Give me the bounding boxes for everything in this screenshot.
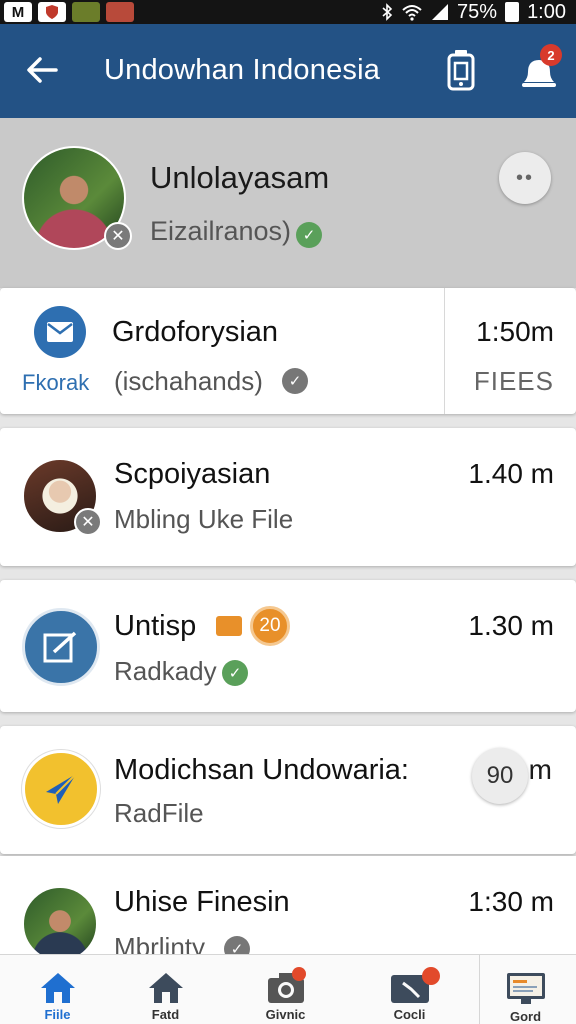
list-item[interactable]: Fkorak Grdoforysian (ischahands) ✓ 1:50m…	[0, 288, 576, 414]
shield-notification-icon	[38, 2, 66, 22]
send-icon	[22, 750, 100, 828]
bluetooth-icon	[382, 3, 393, 21]
remove-badge-icon[interactable]: ✕	[74, 508, 102, 536]
nav-label: Fatd	[151, 1007, 180, 1022]
phone-icon[interactable]	[446, 49, 476, 91]
item-title: Untisp	[114, 610, 197, 642]
list-item[interactable]: ✕ Scpoiyasian Mbling Uke File 1.40 m	[0, 428, 576, 566]
home-icon	[148, 973, 183, 1003]
desktop-icon	[506, 973, 545, 1004]
item-subtitle: (ischahands)	[114, 366, 263, 396]
more-options-button[interactable]: ••	[499, 152, 551, 204]
wifi-icon	[402, 5, 422, 21]
photo-notification-icon	[106, 2, 134, 22]
remove-badge-icon[interactable]: ✕	[104, 222, 132, 250]
nav-item-home-2[interactable]: Fatd	[108, 955, 223, 1024]
back-arrow-icon[interactable]	[22, 50, 62, 90]
status-notification-icons: M	[4, 2, 134, 22]
item-time: 1.40 m	[468, 458, 554, 489]
status-bar: M 75% 1:00	[0, 0, 576, 24]
camera-notification-dot	[292, 967, 306, 981]
nav-label: Cocli	[393, 1007, 426, 1022]
profile-avatar[interactable]: ✕	[22, 146, 132, 250]
tag-icon	[216, 616, 242, 636]
item-subtitle: Mbling Uke File	[114, 504, 294, 534]
battery-icon	[505, 2, 520, 22]
nav-item-camera[interactable]: Givnic	[228, 955, 343, 1024]
bottom-navigation: Fiile Fatd Givnic Cocli Gord	[0, 954, 576, 1024]
mail-icon	[34, 306, 86, 358]
nav-item-home[interactable]: Fiile	[0, 955, 115, 1024]
item-time: 1:30 m	[468, 886, 554, 917]
media-notification-dot	[422, 967, 440, 985]
item-time-unit: m	[528, 754, 552, 785]
profile-name: Unlolayasam	[150, 160, 330, 195]
status-right: 75% 1:00	[381, 0, 566, 24]
item-title: Uhise Finesin	[114, 886, 290, 918]
item-time: 1.30 m	[468, 610, 554, 641]
files-label[interactable]: FIEES	[474, 366, 554, 397]
nav-item-desktop[interactable]: Gord	[468, 955, 576, 1024]
app-bar: Undowhan Indonesia 2	[0, 24, 576, 118]
nav-label: Fiile	[44, 1007, 71, 1022]
item-subtitle: Radkady	[114, 656, 217, 686]
battery-percent: 75%	[457, 0, 498, 23]
profile-header: ✕ Unlolayasam Eizailranos) ✓ ••	[0, 118, 576, 288]
divider	[444, 288, 445, 414]
count-badge: 20	[250, 606, 290, 646]
verified-check-icon: ✓	[296, 222, 322, 248]
item-time: 1:50m	[476, 316, 554, 347]
verified-check-icon: ✓	[222, 660, 248, 686]
nav-label: Givnic	[265, 1007, 306, 1022]
clock: 1:00	[527, 0, 566, 23]
nav-item-media[interactable]: Cocli	[352, 955, 467, 1024]
item-title: Grdoforysian	[112, 316, 279, 348]
item-title: Modichsan Undowaria:	[114, 754, 409, 786]
notification-count-badge: 2	[540, 44, 562, 66]
list-item[interactable]: Untisp 20 Radkady ✓ 1.30 m	[0, 580, 576, 712]
item-subtitle: RadFile	[114, 798, 204, 828]
edit-icon	[22, 608, 100, 686]
count-badge: 90	[472, 748, 528, 804]
list-item[interactable]: Modichsan Undowaria: RadFile 90 m	[0, 726, 576, 854]
status-check-icon: ✓	[282, 368, 308, 394]
signal-icon	[432, 4, 449, 20]
brand-label: Fkorak	[22, 370, 90, 395]
home-icon	[40, 973, 75, 1003]
app-title: Undowhan Indonesia	[104, 54, 381, 86]
item-title: Scpoiyasian	[114, 458, 271, 490]
avatar	[22, 886, 98, 962]
profile-subtitle: Eizailranos)	[150, 216, 292, 246]
gmail-notification-icon: M	[4, 2, 32, 22]
list-item[interactable]: Uhise Finesin Mbrlinty ✓ 1:30 m	[0, 856, 576, 962]
nav-label: Gord	[509, 1009, 542, 1024]
game-notification-icon	[72, 2, 100, 22]
